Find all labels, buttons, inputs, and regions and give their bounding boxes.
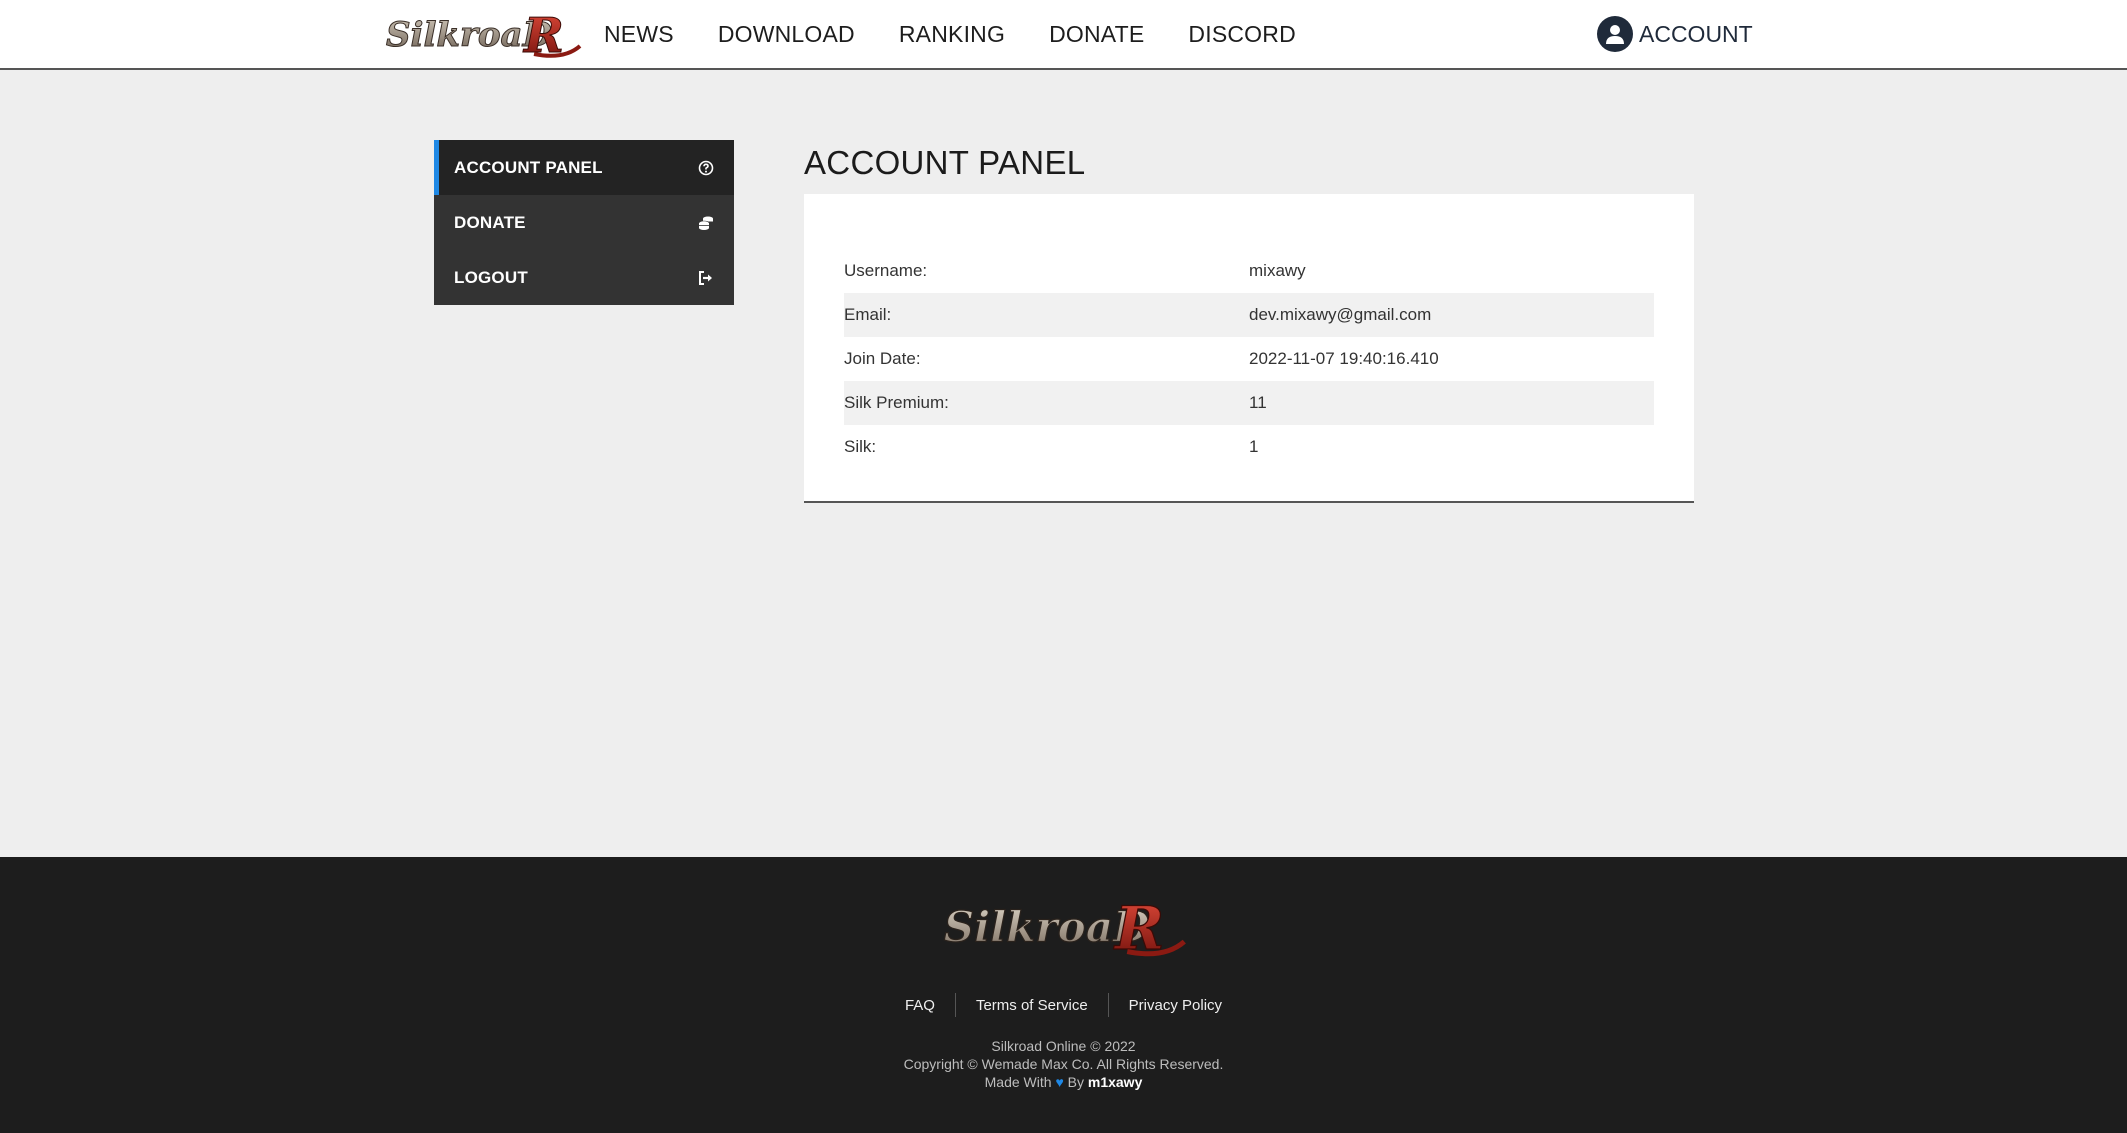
footer-silkroad-logo: SilkroaD R	[943, 897, 1186, 959]
silkroad-logo[interactable]: SilkroaD R	[384, 10, 582, 60]
account-label: ACCOUNT	[1639, 20, 1753, 47]
row-value: 2022-11-07 19:40:16.410	[1249, 349, 1439, 368]
nav-donate[interactable]: DONATE	[1049, 21, 1144, 48]
author-link[interactable]: m1xawy	[1088, 1074, 1142, 1090]
made-with-text: Made With	[984, 1074, 1052, 1090]
footer-links: FAQ Terms of Service Privacy Policy	[0, 993, 2127, 1017]
table-row-join-date: Join Date: 2022-11-07 19:40:16.410	[844, 337, 1654, 381]
sidebar-item-donate[interactable]: DONATE	[434, 195, 734, 250]
footer-line-2: Copyright © Wemade Max Co. All Rights Re…	[903, 1056, 1224, 1072]
row-value: 1	[1249, 437, 1259, 456]
row-key: Silk Premium:	[844, 393, 949, 412]
page-footer: SilkroaD R FAQ Terms of Service Privacy …	[0, 857, 2127, 1133]
footer-copyright: Silkroad Online © 2022 Copyright © Wemad…	[0, 1037, 2127, 1091]
account-sidebar: ACCOUNT PANEL DONATE LOGOUT	[434, 140, 734, 305]
nav-download[interactable]: DOWNLOAD	[718, 21, 855, 48]
table-row-username: Username: mixawy	[844, 249, 1654, 293]
nav-news[interactable]: NEWS	[604, 21, 674, 48]
sidebar-item-logout[interactable]: LOGOUT	[434, 250, 734, 305]
sidebar-item-label: LOGOUT	[454, 267, 528, 287]
row-key: Join Date:	[844, 349, 921, 368]
row-value: dev.mixawy@gmail.com	[1249, 305, 1432, 324]
footer-line-3: Made With ♥ By m1xawy	[0, 1073, 2127, 1091]
table-row-silk: Silk: 1	[844, 425, 1654, 469]
sign-out-icon	[699, 270, 712, 285]
table-row-email: Email: dev.mixawy@gmail.com	[844, 293, 1654, 337]
user-avatar-icon	[1597, 16, 1633, 52]
row-key: Username:	[844, 261, 928, 280]
row-key: Email:	[844, 305, 892, 324]
sidebar-item-account-panel[interactable]: ACCOUNT PANEL	[434, 140, 734, 195]
account-menu-button[interactable]: ACCOUNT	[1597, 0, 1753, 68]
svg-text:R: R	[1113, 897, 1164, 959]
account-info-table: Username: mixawy Email: dev.mixawy@gmail…	[844, 249, 1654, 469]
coins-icon	[698, 216, 713, 230]
nav-ranking[interactable]: RANKING	[899, 21, 1005, 48]
by-text: By	[1067, 1074, 1084, 1090]
row-value: mixawy	[1249, 261, 1306, 280]
question-circle-icon	[698, 160, 714, 175]
footer-line-1: Silkroad Online © 2022	[991, 1038, 1136, 1054]
account-info-panel: Username: mixawy Email: dev.mixawy@gmail…	[804, 194, 1694, 503]
sidebar-item-label: DONATE	[454, 212, 526, 232]
table-row-silk-premium: Silk Premium: 11	[844, 381, 1654, 425]
row-value: 11	[1249, 393, 1267, 412]
footer-link-faq[interactable]: FAQ	[885, 997, 955, 1014]
nav-discord[interactable]: DISCORD	[1188, 21, 1295, 48]
row-key: Silk:	[844, 437, 877, 456]
main-nav: NEWS DOWNLOAD RANKING DONATE DISCORD	[604, 0, 1296, 68]
svg-text:R: R	[522, 10, 564, 60]
top-navbar: SilkroaD R NEWS DOWNLOAD RANKING DONATE …	[0, 0, 2127, 70]
heart-icon: ♥	[1055, 1074, 1064, 1090]
page-title: ACCOUNT PANEL	[804, 144, 1086, 181]
footer-link-privacy[interactable]: Privacy Policy	[1109, 997, 1242, 1014]
footer-link-terms[interactable]: Terms of Service	[956, 997, 1108, 1014]
sidebar-item-label: ACCOUNT PANEL	[454, 157, 603, 177]
